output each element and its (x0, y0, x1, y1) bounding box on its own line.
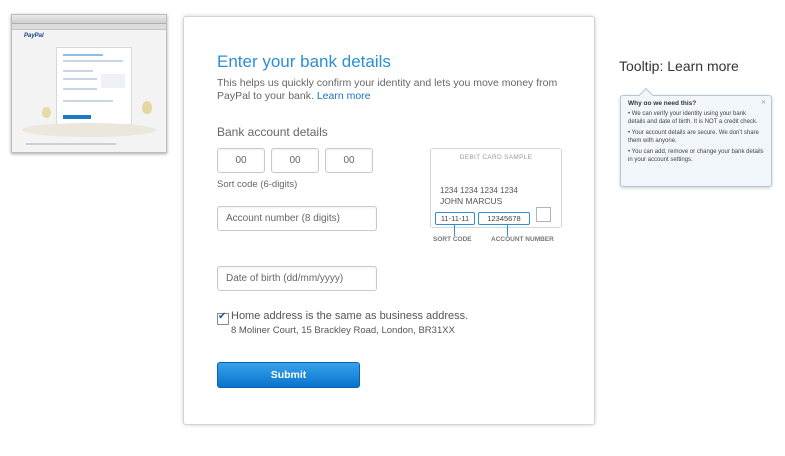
thumbnail-titlebar (12, 15, 166, 24)
date-of-birth-field[interactable] (217, 266, 377, 291)
submit-button[interactable]: Submit (217, 362, 360, 388)
home-address-checkbox[interactable] (217, 311, 229, 325)
thumbnail-form-card (56, 47, 132, 125)
thumbnail-line (63, 100, 113, 102)
card-holder-name: JOHN MARCUS (440, 196, 503, 206)
thumbnail-line (63, 60, 123, 62)
learn-more-tooltip: ✕ Why do we need this? • We can verify y… (620, 95, 772, 187)
tooltip-item: • You can add, remove or change your ban… (628, 149, 764, 163)
intro-text: This helps us quickly confirm your ident… (217, 77, 567, 103)
sort-code-leader-line (454, 224, 455, 236)
sort-code-field-2[interactable] (271, 148, 319, 173)
sort-code-field-3[interactable] (325, 148, 373, 173)
sort-code-field-1[interactable] (217, 148, 265, 173)
card-sort-code: 11-11-11 (435, 212, 475, 225)
clouds-illustration (22, 123, 156, 137)
thumbnail-toolbar (12, 24, 166, 30)
close-icon[interactable]: ✕ (761, 99, 766, 106)
address-text: 8 Moliner Court, 15 Brackley Road, Londo… (231, 325, 455, 336)
thumbnail-line (63, 78, 97, 80)
sort-code-hint: Sort code (6-digits) (217, 179, 298, 190)
account-number-caption: ACCOUNT NUMBER (491, 236, 554, 243)
account-number-leader-line (507, 224, 508, 236)
thumbnail-footer (26, 143, 116, 145)
card-signature-box (536, 207, 551, 222)
account-number-field[interactable] (217, 206, 377, 231)
thumbnail-logo: PayPal (24, 33, 44, 39)
thumbnail-line (63, 54, 103, 56)
bank-details-panel: Enter your bank details This helps us qu… (183, 16, 595, 425)
debit-card-sample: DEBIT CARD SAMPLE 1234 1234 1234 1234 JO… (430, 148, 562, 228)
card-account-number: 12345678 (478, 212, 530, 225)
balloon-illustration (42, 107, 51, 118)
page-title: Enter your bank details (217, 52, 391, 71)
tooltip-title: Why do we need this? (628, 100, 697, 107)
intro-copy: This helps us quickly confirm your ident… (217, 77, 558, 102)
page-thumbnail: PayPal (11, 14, 167, 153)
balloon-illustration (142, 101, 152, 114)
sort-code-caption: SORT CODE (433, 236, 472, 243)
card-number: 1234 1234 1234 1234 (440, 186, 518, 195)
home-address-label: Home address is the same as business add… (231, 310, 469, 322)
card-sample-title: DEBIT CARD SAMPLE (459, 154, 533, 161)
thumbnail-button (63, 115, 91, 119)
tooltip-heading: Tooltip: Learn more (619, 58, 739, 74)
tooltip-item: • Your account details are secure. We do… (628, 130, 759, 144)
section-heading: Bank account details (217, 125, 328, 139)
thumbnail-card-sample (101, 74, 125, 88)
tooltip-item: • We can verify your identity using your… (628, 111, 758, 125)
learn-more-link[interactable]: Learn more (317, 90, 371, 102)
thumbnail-line (63, 88, 97, 90)
thumbnail-line (63, 70, 93, 72)
